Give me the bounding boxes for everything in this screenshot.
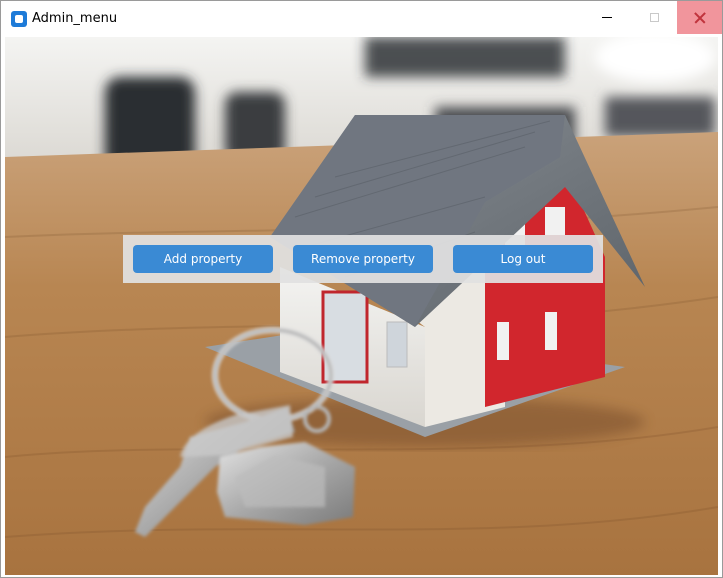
minimize-icon <box>602 17 612 18</box>
content-area: Add property Remove property Log out <box>5 37 718 575</box>
log-out-button[interactable]: Log out <box>453 245 593 273</box>
title-bar[interactable]: Admin_menu <box>1 1 722 35</box>
house-with-keys-photo <box>5 37 718 575</box>
remove-property-button[interactable]: Remove property <box>293 245 433 273</box>
app-icon <box>11 11 27 27</box>
maximize-icon <box>649 13 659 22</box>
admin-menu-panel: Add property Remove property Log out <box>123 235 603 283</box>
close-button[interactable] <box>677 1 722 34</box>
close-icon <box>694 12 706 24</box>
admin-menu-window: Admin_menu Add property Remove property … <box>0 0 723 578</box>
window-title: Admin_menu <box>32 11 118 26</box>
maximize-button[interactable] <box>631 1 677 34</box>
add-property-button[interactable]: Add property <box>133 245 273 273</box>
minimize-button[interactable] <box>584 1 630 34</box>
